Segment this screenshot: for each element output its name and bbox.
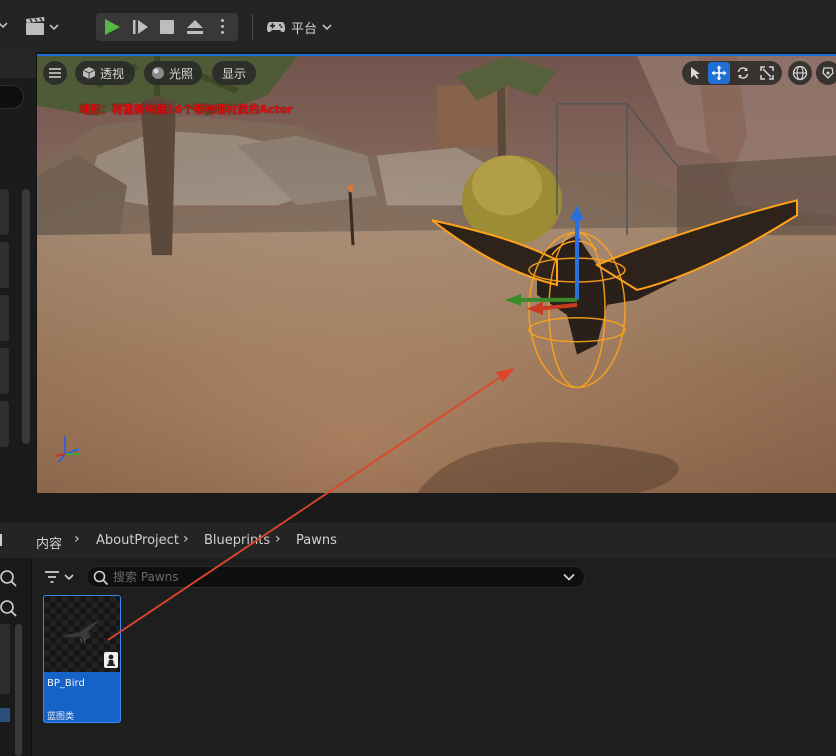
move-tool-button[interactable] xyxy=(708,62,730,84)
globe-icon xyxy=(792,65,808,81)
asset-name: BP_Bird xyxy=(47,678,85,689)
skip-frame-button[interactable] xyxy=(132,19,150,39)
show-flags-label: 显示 xyxy=(221,66,246,81)
viewport-menu-button[interactable] xyxy=(43,61,67,85)
outliner-scrollbar[interactable] xyxy=(22,189,30,444)
terrain-warning-text: 地形：将重新构建16个带物理材质的Actor xyxy=(79,103,293,116)
gamepad-icon xyxy=(267,22,285,33)
content-browser: BP_Bird 蓝图类 xyxy=(0,558,836,756)
filter-button[interactable] xyxy=(44,567,78,587)
hamburger-icon xyxy=(49,68,61,78)
search-icon[interactable] xyxy=(0,567,24,591)
scale-icon xyxy=(760,66,774,80)
chevron-down-icon[interactable] xyxy=(562,570,576,588)
list-item[interactable] xyxy=(0,189,9,235)
search-icon xyxy=(93,570,109,590)
outliner-search-input[interactable] xyxy=(0,85,24,109)
breadcrumb-item-pawns[interactable]: Pawns xyxy=(296,533,337,548)
world-local-toggle[interactable] xyxy=(788,61,812,85)
rotate-icon xyxy=(737,67,749,79)
pawn-icon xyxy=(104,652,118,668)
asset-thumbnail xyxy=(44,596,120,672)
scale-tool-button[interactable] xyxy=(756,62,778,84)
play-icon xyxy=(105,19,120,35)
breadcrumb: 内容 › AboutProject › Blueprints › Pawns xyxy=(0,523,836,558)
outliner-list xyxy=(0,189,9,454)
main-toolbar: 平台 xyxy=(0,0,836,52)
surface-snap-button[interactable] xyxy=(816,61,836,85)
folder-tree-selected-item[interactable] xyxy=(0,708,10,722)
transform-tools xyxy=(682,61,782,85)
chevron-right-icon[interactable]: › xyxy=(183,531,189,547)
chevron-down-icon xyxy=(64,574,74,581)
filter-icon xyxy=(45,571,59,583)
desert-scene xyxy=(37,56,836,493)
list-item[interactable] xyxy=(0,348,9,394)
move-icon xyxy=(711,65,727,81)
lit-mode-label: 光照 xyxy=(169,66,194,81)
perspective-label: 透视 xyxy=(100,66,125,81)
breadcrumb-divider xyxy=(0,534,2,546)
platforms-button[interactable]: 平台 xyxy=(266,15,332,39)
lit-mode-button[interactable]: 光照 xyxy=(144,61,202,85)
select-tool-button[interactable] xyxy=(684,62,706,84)
search-icon[interactable] xyxy=(0,597,24,621)
list-item[interactable] xyxy=(0,295,9,341)
folder-tree[interactable] xyxy=(0,624,10,694)
perspective-button[interactable]: 透视 xyxy=(75,61,135,85)
sphere-icon xyxy=(152,67,164,79)
chevron-right-icon[interactable]: › xyxy=(275,531,281,547)
select-icon xyxy=(691,67,700,79)
chevron-down-icon[interactable] xyxy=(0,19,8,33)
chevron-right-icon[interactable]: › xyxy=(74,531,80,547)
rotate-tool-button[interactable] xyxy=(732,62,754,84)
asset-tile-bp-bird[interactable]: BP_Bird 蓝图类 xyxy=(43,595,121,723)
eject-button[interactable] xyxy=(186,18,204,40)
snap-icon xyxy=(822,67,834,79)
toolbar-divider xyxy=(252,14,253,40)
eject-icon xyxy=(187,20,203,34)
show-flags-button[interactable]: 显示 xyxy=(212,61,256,85)
play-button[interactable] xyxy=(102,18,122,40)
asset-view: BP_Bird 蓝图类 xyxy=(33,558,836,756)
skip-frame-icon xyxy=(133,20,148,34)
list-item[interactable] xyxy=(0,242,9,288)
folder-tree-scrollbar[interactable] xyxy=(15,624,22,756)
platforms-label: 平台 xyxy=(291,21,318,37)
sources-panel xyxy=(0,558,32,756)
panel-splitter[interactable] xyxy=(0,493,836,523)
breadcrumb-item-aboutproject[interactable]: AboutProject xyxy=(96,533,179,548)
play-controls xyxy=(96,13,238,41)
list-item[interactable] xyxy=(0,401,9,447)
outliner-panel xyxy=(0,52,36,492)
more-vertical-icon[interactable] xyxy=(220,19,224,37)
cube-icon xyxy=(82,67,96,79)
level-viewport[interactable]: 透视 光照 显示 地形：将重新构建16个带物理材质的Actor xyxy=(37,54,836,493)
asset-search-input[interactable] xyxy=(113,568,553,586)
asset-type: 蓝图类 xyxy=(47,712,75,722)
stop-button[interactable] xyxy=(160,20,174,34)
clapperboard-icon xyxy=(26,17,45,35)
breadcrumb-item-content[interactable]: 内容 xyxy=(36,533,62,552)
asset-search-box xyxy=(86,566,585,588)
cinematics-menu-button[interactable] xyxy=(24,16,62,38)
panel-header xyxy=(0,52,36,78)
chevron-down-icon xyxy=(322,24,332,31)
breadcrumb-item-blueprints[interactable]: Blueprints xyxy=(204,533,270,548)
